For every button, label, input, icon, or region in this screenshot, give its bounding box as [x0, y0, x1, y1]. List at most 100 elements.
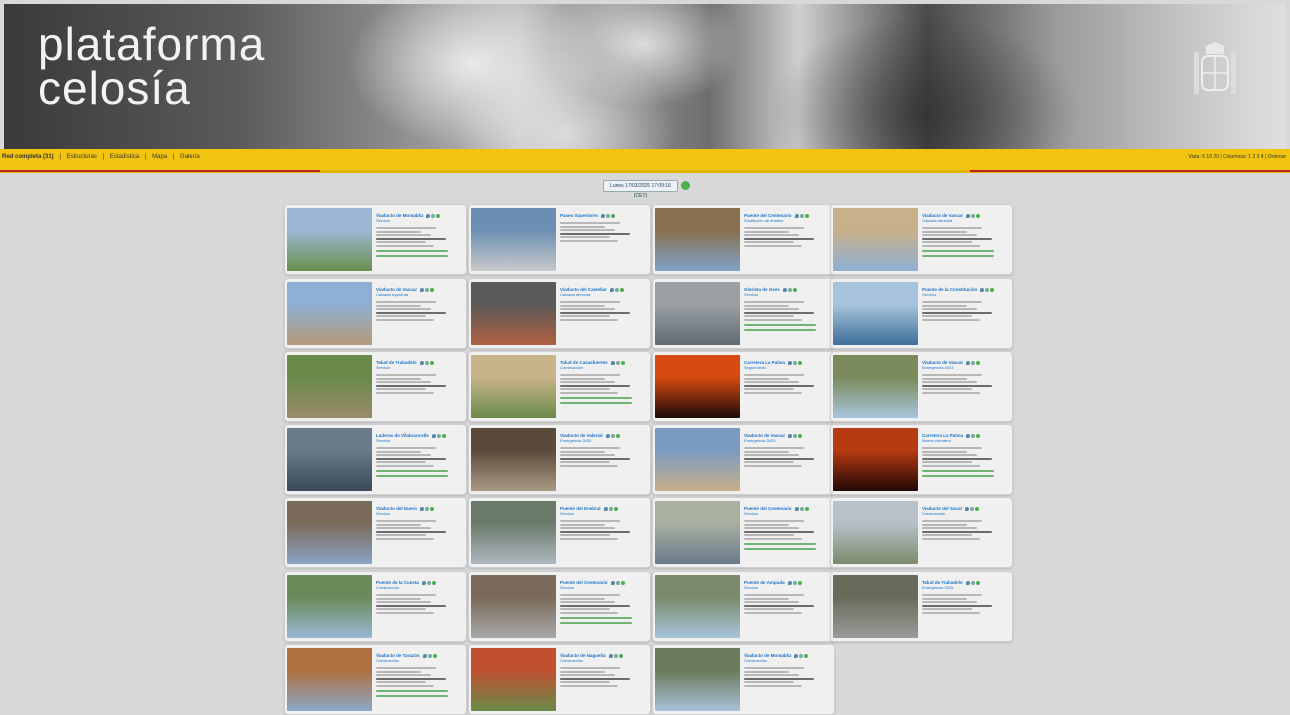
structure-card[interactable]: Viaducto de Vascar Calzada derecha: [830, 204, 1013, 275]
structure-card[interactable]: Puente de la Cuesta Construcción: [284, 571, 467, 642]
location-pin-icon[interactable]: [609, 287, 614, 292]
info-icon[interactable]: [799, 506, 804, 511]
structure-card[interactable]: Puente de Ampuda Servicio: [652, 571, 835, 642]
info-icon[interactable]: [971, 213, 976, 218]
info-icon[interactable]: [799, 213, 804, 218]
status-ok-icon[interactable]: [431, 580, 436, 585]
structure-card[interactable]: Talud de Trabadelo Emergencia 2025: [830, 571, 1013, 642]
info-icon[interactable]: [985, 287, 990, 292]
status-ok-icon[interactable]: [990, 287, 995, 292]
status-ok-icon[interactable]: [613, 506, 618, 511]
status-ok-icon[interactable]: [797, 580, 802, 585]
location-pin-icon[interactable]: [980, 287, 985, 292]
structure-photo[interactable]: [287, 208, 372, 271]
info-icon[interactable]: [436, 433, 441, 438]
structure-card[interactable]: Talud de Trabadelo Servicio: [284, 351, 467, 422]
info-icon[interactable]: [615, 580, 620, 585]
info-icon[interactable]: [970, 580, 975, 585]
structure-card[interactable]: Laderas de Vilabrancelle Servicio: [284, 424, 467, 495]
structure-photo[interactable]: [287, 648, 372, 711]
nav-estadistica[interactable]: Estadística: [110, 154, 139, 160]
info-icon[interactable]: [793, 360, 798, 365]
location-pin-icon[interactable]: [421, 580, 426, 585]
info-icon[interactable]: [792, 580, 797, 585]
location-pin-icon[interactable]: [610, 360, 615, 365]
info-icon[interactable]: [610, 433, 615, 438]
info-icon[interactable]: [424, 506, 429, 511]
structure-photo[interactable]: [655, 355, 740, 418]
structure-photo[interactable]: [287, 428, 372, 491]
structure-photo[interactable]: [287, 282, 372, 345]
structure-photo[interactable]: [655, 501, 740, 564]
location-pin-icon[interactable]: [605, 433, 610, 438]
status-ok-icon[interactable]: [436, 213, 441, 218]
structure-photo[interactable]: [655, 428, 740, 491]
location-pin-icon[interactable]: [964, 506, 969, 511]
structure-photo[interactable]: [287, 575, 372, 638]
structure-card[interactable]: Carretera La Palma Nueva carretera: [830, 424, 1013, 495]
date-display[interactable]: Lunes 17/03/2025 17:09:16 (CET): [603, 180, 678, 199]
structure-photo[interactable]: [833, 501, 918, 564]
structure-card[interactable]: Viaducto del Castellar Calzada derecha: [468, 278, 651, 349]
structure-card[interactable]: Puente del Centenario Sustitución de tira…: [652, 204, 835, 275]
structure-card[interactable]: Viaducto de Vascar Calzada izquierda: [284, 278, 467, 349]
structure-photo[interactable]: [833, 575, 918, 638]
location-pin-icon[interactable]: [787, 580, 792, 585]
structure-card[interactable]: Talud de Casasfuertes Construcción: [468, 351, 651, 422]
structure-card[interactable]: Viaducto de Nagueña Construcción: [468, 644, 651, 715]
status-ok-icon[interactable]: [620, 360, 625, 365]
location-pin-icon[interactable]: [794, 213, 799, 218]
location-pin-icon[interactable]: [603, 506, 608, 511]
status-ok-icon[interactable]: [798, 360, 803, 365]
location-pin-icon[interactable]: [420, 287, 425, 292]
location-pin-icon[interactable]: [794, 653, 799, 658]
info-icon[interactable]: [971, 360, 976, 365]
structure-card[interactable]: Puente de la Constitución Servicio: [830, 278, 1013, 349]
status-ok-icon[interactable]: [441, 433, 446, 438]
status-ok-icon[interactable]: [804, 213, 809, 218]
brand-logo[interactable]: plataforma celosía: [38, 21, 265, 111]
status-ok-icon[interactable]: [430, 287, 435, 292]
info-icon[interactable]: [426, 580, 431, 585]
structure-photo[interactable]: [471, 282, 556, 345]
structure-card[interactable]: Paseo Superiores: [468, 204, 651, 275]
location-pin-icon[interactable]: [419, 506, 424, 511]
structure-card[interactable]: Glorieta de Oses Servicio: [652, 278, 835, 349]
status-ok-icon[interactable]: [975, 580, 980, 585]
status-ok-icon[interactable]: [429, 360, 434, 365]
structure-photo[interactable]: [471, 648, 556, 711]
info-icon[interactable]: [613, 653, 618, 658]
info-icon[interactable]: [799, 653, 804, 658]
structure-card[interactable]: Viaducto de Tarazón Construcción: [284, 644, 467, 715]
status-ok-icon[interactable]: [792, 287, 797, 292]
status-ok-icon[interactable]: [615, 433, 620, 438]
status-ok-icon[interactable]: [976, 433, 981, 438]
structure-photo[interactable]: [833, 355, 918, 418]
structure-photo[interactable]: [833, 282, 918, 345]
structure-photo[interactable]: [833, 428, 918, 491]
info-icon[interactable]: [615, 360, 620, 365]
status-ok-icon[interactable]: [804, 506, 809, 511]
structure-card[interactable]: Viaducto de Montabliz Servicio: [284, 204, 467, 275]
structure-card[interactable]: Puente del Centenario Servicio: [468, 571, 651, 642]
structure-photo[interactable]: [655, 282, 740, 345]
info-icon[interactable]: [787, 287, 792, 292]
info-icon[interactable]: [427, 653, 432, 658]
structure-photo[interactable]: [287, 355, 372, 418]
status-ok-icon[interactable]: [804, 653, 809, 658]
location-pin-icon[interactable]: [601, 213, 606, 218]
status-ok-icon[interactable]: [974, 506, 979, 511]
status-ok-icon[interactable]: [429, 506, 434, 511]
structure-title[interactable]: Paseo Superiores: [560, 213, 648, 218]
status-ok-icon[interactable]: [620, 580, 625, 585]
structure-photo[interactable]: [471, 208, 556, 271]
status-ok-icon[interactable]: [432, 653, 437, 658]
info-icon[interactable]: [606, 213, 611, 218]
status-ok-icon[interactable]: [976, 213, 981, 218]
view-options[interactable]: Vista: 5 10 20 | Columnas: 1 2 3 4 | Ord…: [1188, 154, 1286, 160]
location-pin-icon[interactable]: [965, 580, 970, 585]
structure-card[interactable]: Puente del Centenario Servicio: [652, 497, 835, 568]
status-ok-icon[interactable]: [976, 360, 981, 365]
structure-photo[interactable]: [471, 575, 556, 638]
refresh-icon[interactable]: [681, 181, 690, 190]
